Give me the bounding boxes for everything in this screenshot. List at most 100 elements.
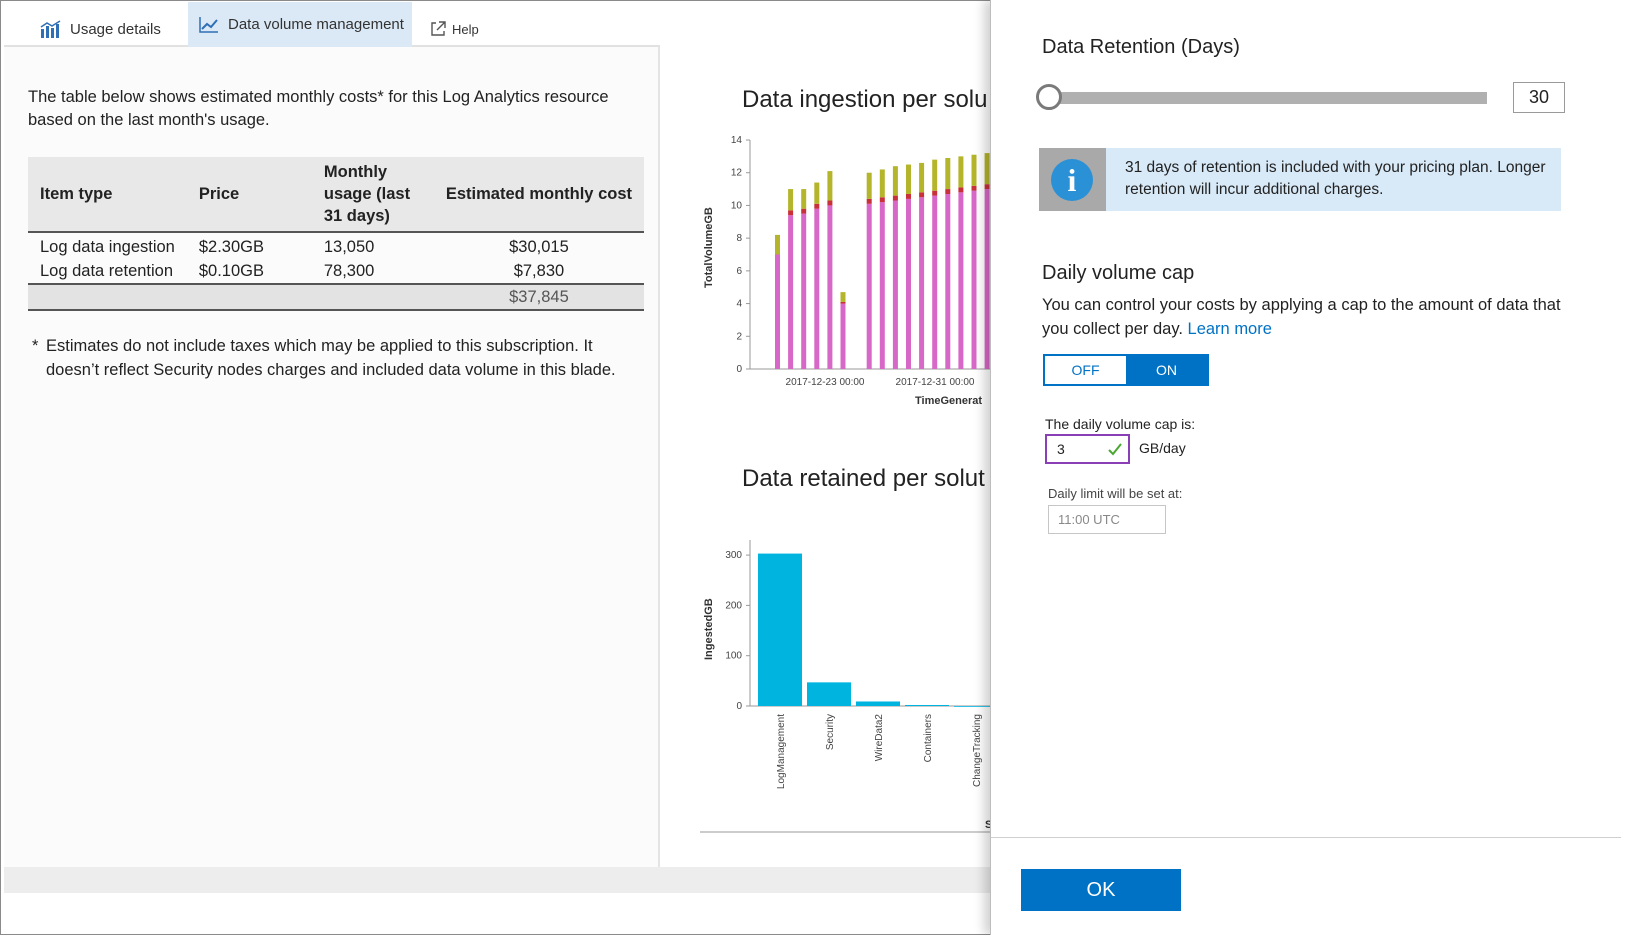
header-price: Price bbox=[186, 157, 312, 233]
bar-segment bbox=[892, 200, 898, 369]
retention-slider-thumb[interactable] bbox=[1036, 84, 1062, 110]
horizontal-scrollbar[interactable] bbox=[4, 867, 996, 893]
bar-segment bbox=[840, 301, 846, 304]
ingestion-chart: 0 2 4 6 8 10 12 14 2017-12-23 00:00 2017-12-31 00… bbox=[703, 135, 1000, 407]
y-tick-label: 8 bbox=[736, 233, 742, 244]
bar-segment bbox=[984, 153, 990, 185]
bar bbox=[856, 701, 900, 706]
x-axis-label: TimeGenerat bbox=[915, 395, 982, 407]
bar-segment bbox=[945, 193, 951, 369]
retention-days-input[interactable]: 30 bbox=[1513, 82, 1565, 113]
external-link-icon bbox=[430, 21, 446, 37]
bar bbox=[905, 704, 949, 706]
bar-segment bbox=[801, 213, 807, 369]
retention-slider-track[interactable] bbox=[1051, 92, 1487, 104]
line-chart-icon bbox=[198, 16, 220, 34]
cost-blade: Usage details Data volume management Hel… bbox=[4, 2, 660, 867]
row-cost: $7,830 bbox=[433, 259, 644, 285]
tab-usage-details[interactable]: Usage details bbox=[40, 12, 161, 46]
tab-help[interactable]: Help bbox=[430, 12, 479, 46]
daily-cap-label: The daily volume cap is: bbox=[1045, 416, 1196, 432]
divider bbox=[991, 837, 1621, 838]
bar-segment bbox=[827, 205, 833, 369]
charts-area: Data ingestion per solu 0 2 4 6 8 10 12 14 2017-… bbox=[700, 40, 1000, 833]
tab-data-volume-management[interactable]: Data volume management bbox=[188, 2, 412, 47]
retention-title: Data Retention (Days) bbox=[1042, 36, 1240, 58]
bar bbox=[758, 553, 802, 706]
retention-info-bar: i 31 days of retention is included with … bbox=[1039, 148, 1561, 211]
daily-cap-input[interactable]: 3 bbox=[1045, 434, 1130, 464]
bar-segment bbox=[801, 189, 807, 209]
toggle-off[interactable]: OFF bbox=[1045, 356, 1126, 384]
table-row: Log data ingestion $2.30GB 13,050 $30,01… bbox=[28, 232, 644, 259]
daily-cap-title: Daily volume cap bbox=[1042, 262, 1195, 284]
ingestion-chart-title: Data ingestion per solu bbox=[742, 86, 988, 113]
bar-segment bbox=[958, 156, 964, 188]
x-tick-label: Containers bbox=[923, 714, 934, 762]
x-tick-label: Security bbox=[825, 714, 836, 750]
total-cost: $37,845 bbox=[433, 284, 644, 311]
bar-segment bbox=[932, 190, 938, 196]
row-usage: 78,300 bbox=[311, 259, 434, 285]
tab-strip: Usage details Data volume management Hel… bbox=[4, 2, 660, 47]
usage-chart-icon bbox=[40, 20, 62, 38]
bar-segment bbox=[840, 292, 846, 302]
x-tick-label: ChangeTracking bbox=[972, 714, 983, 787]
x-tick-label: LogManagement bbox=[776, 714, 787, 789]
bar-segment bbox=[971, 185, 977, 191]
settings-panel: Data Retention (Days) 30 i 31 days of re… bbox=[990, 0, 1635, 935]
x-tick-label: WireData2 bbox=[874, 714, 885, 762]
y-tick-label: 12 bbox=[731, 168, 743, 179]
bar-segment bbox=[775, 254, 780, 369]
daily-cap-value: 3 bbox=[1057, 441, 1065, 457]
bar-segment bbox=[971, 190, 977, 369]
bar-segment bbox=[879, 202, 885, 369]
cost-table: Item type Price Monthly usage (last 31 d… bbox=[28, 157, 644, 311]
tab-usage-details-label: Usage details bbox=[70, 20, 161, 38]
y-tick-label: 100 bbox=[725, 651, 742, 662]
daily-cap-description-text: You can control your costs by applying a… bbox=[1042, 296, 1561, 338]
bar-segment bbox=[801, 208, 807, 214]
daily-cap-toggle[interactable]: OFF ON bbox=[1043, 354, 1209, 386]
bar-segment bbox=[827, 200, 833, 206]
footnote: * Estimates do not include taxes which m… bbox=[32, 334, 632, 382]
bar-segment bbox=[827, 171, 833, 201]
bar-segment bbox=[840, 303, 846, 369]
bar-segment bbox=[906, 193, 911, 199]
y-tick-label: 4 bbox=[736, 299, 742, 310]
bar-segment bbox=[814, 203, 820, 209]
ok-button[interactable]: OK bbox=[1021, 869, 1181, 911]
y-tick-label: 14 bbox=[731, 135, 743, 146]
bar-segment bbox=[788, 210, 794, 216]
bar-segment bbox=[932, 195, 938, 369]
row-price: $0.10GB bbox=[186, 259, 312, 285]
toggle-on[interactable]: ON bbox=[1126, 356, 1207, 384]
bar-segment bbox=[814, 182, 820, 204]
bar-segment bbox=[919, 197, 925, 369]
bar-segment bbox=[906, 198, 911, 369]
y-tick-label: 6 bbox=[736, 266, 742, 277]
bar-segment bbox=[866, 203, 872, 369]
table-total-row: $37,845 bbox=[28, 284, 644, 311]
y-tick-label: 2 bbox=[736, 331, 742, 342]
daily-limit-label: Daily limit will be set at: bbox=[1048, 486, 1183, 501]
footnote-text: Estimates do not include taxes which may… bbox=[46, 337, 616, 379]
bar-segment bbox=[879, 197, 885, 203]
learn-more-link[interactable]: Learn more bbox=[1188, 320, 1272, 338]
tab-data-volume-management-label: Data volume management bbox=[228, 16, 404, 33]
checkmark-icon bbox=[1108, 443, 1122, 456]
bar-segment bbox=[866, 198, 872, 204]
header-estimated-cost: Estimated monthly cost bbox=[433, 157, 644, 233]
y-tick-label: 10 bbox=[731, 200, 743, 211]
footnote-star: * bbox=[32, 337, 39, 355]
x-tick-label: 2017-12-31 00:00 bbox=[896, 377, 975, 388]
retention-info-text: 31 days of retention is included with yo… bbox=[1125, 159, 1546, 198]
y-tick-label: 0 bbox=[736, 364, 742, 375]
bar-segment bbox=[984, 184, 990, 190]
y-tick-label: 300 bbox=[725, 550, 742, 561]
row-item: Log data ingestion bbox=[40, 238, 175, 256]
daily-limit-field: 11:00 UTC bbox=[1048, 505, 1166, 534]
row-item: Log data retention bbox=[28, 259, 187, 285]
bar-segment bbox=[971, 154, 977, 186]
intro-text: The table below shows estimated monthly … bbox=[28, 88, 609, 129]
